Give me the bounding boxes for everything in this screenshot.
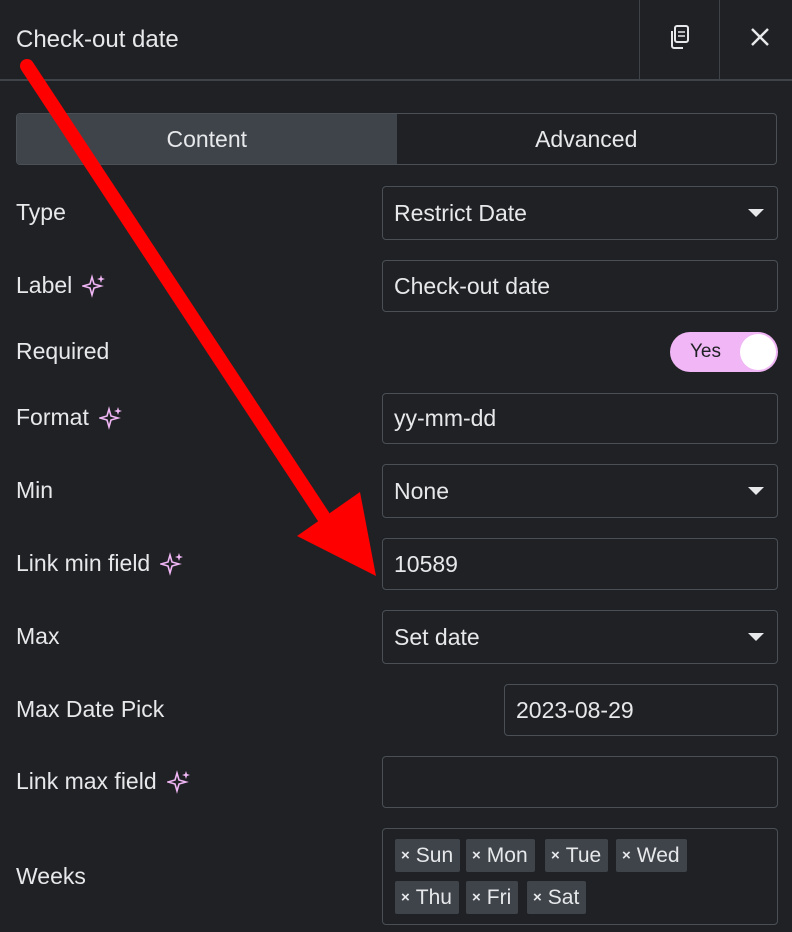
type-label-text: Type	[16, 199, 66, 225]
link-min-field-label-text: Link min field	[16, 550, 151, 576]
type-label: Type	[16, 199, 66, 226]
link-min-field-label: Link min field	[16, 550, 184, 577]
remove-icon[interactable]: ×	[551, 847, 560, 864]
copy-icon	[668, 24, 692, 55]
format-label-text: Format	[16, 404, 89, 430]
caret-down-icon	[748, 633, 764, 641]
max-date-pick-label-text: Max Date Pick	[16, 696, 165, 722]
required-label: Required	[16, 338, 109, 365]
required-toggle[interactable]: Yes	[670, 332, 778, 372]
toggle-knob	[740, 334, 776, 370]
week-chip-label: Sun	[415, 843, 454, 867]
required-toggle-text: Yes	[690, 341, 721, 362]
weeks-label: Weeks	[16, 863, 86, 890]
caret-down-icon	[748, 487, 764, 495]
max-label-text: Max	[16, 623, 60, 649]
close-icon	[749, 26, 771, 53]
ai-sparkle-icon[interactable]	[166, 769, 191, 794]
week-chip-fri: × Fri	[466, 881, 519, 914]
weeks-label-text: Weeks	[16, 863, 86, 889]
remove-icon[interactable]: ×	[401, 889, 410, 906]
panel-header: Check-out date	[0, 0, 792, 81]
remove-icon[interactable]: ×	[533, 889, 542, 906]
panel-title: Check-out date	[16, 26, 179, 53]
tab-advanced[interactable]: Advanced	[397, 114, 777, 164]
ai-sparkle-icon[interactable]	[98, 405, 123, 430]
max-date-pick-input[interactable]: 2023-08-29	[504, 684, 778, 736]
max-select[interactable]: Set date	[382, 610, 778, 664]
max-date-pick-label: Max Date Pick	[16, 696, 164, 723]
format-label: Format	[16, 404, 123, 431]
link-max-field-label: Link max field	[16, 768, 191, 795]
week-chip-label: Sat	[547, 885, 580, 909]
format-input-value: yy-mm-dd	[394, 405, 497, 431]
week-chip-label: Thu	[415, 885, 452, 909]
link-min-field-input[interactable]: 10589	[382, 538, 778, 590]
max-date-pick-value: 2023-08-29	[516, 696, 634, 723]
week-chip-label: Fri	[486, 885, 512, 909]
type-select-value: Restrict Date	[394, 199, 527, 226]
week-chip-sat: × Sat	[527, 881, 587, 914]
week-chip-label: Wed	[636, 843, 680, 867]
type-select[interactable]: Restrict Date	[382, 186, 778, 240]
max-select-value: Set date	[394, 623, 480, 650]
max-label: Max	[16, 623, 59, 650]
duplicate-button[interactable]	[639, 0, 719, 79]
week-chip-thu: × Thu	[395, 881, 459, 914]
link-min-field-value: 10589	[394, 550, 458, 577]
tab-content[interactable]: Content	[17, 114, 397, 164]
caret-down-icon	[748, 209, 764, 217]
week-chip-sun: × Sun	[395, 839, 461, 872]
week-chip-tue: × Tue	[545, 839, 609, 872]
remove-icon[interactable]: ×	[472, 847, 481, 864]
remove-icon[interactable]: ×	[622, 847, 631, 864]
label-label: Label	[16, 272, 106, 299]
label-input-value: Check-out date	[394, 272, 550, 299]
min-label-text: Min	[16, 477, 54, 503]
weeks-multiselect[interactable]: × Sun × Mon × Tue × Wed × Thu × Fri × Sa…	[382, 828, 778, 925]
ai-sparkle-icon[interactable]	[82, 273, 106, 298]
close-button[interactable]	[719, 0, 792, 79]
min-select[interactable]: None	[382, 464, 778, 518]
remove-icon[interactable]: ×	[401, 847, 410, 864]
ai-sparkle-icon[interactable]	[160, 551, 184, 576]
tab-bar: Content Advanced	[16, 113, 777, 165]
label-label-text: Label	[16, 272, 73, 298]
week-chip-label: Mon	[486, 843, 528, 867]
week-chip-wed: × Wed	[616, 839, 687, 872]
link-max-field-input[interactable]	[382, 756, 778, 808]
min-label: Min	[16, 477, 53, 504]
week-chip-mon: × Mon	[466, 839, 535, 872]
label-input[interactable]: Check-out date	[382, 260, 778, 312]
min-select-value: None	[394, 477, 449, 504]
remove-icon[interactable]: ×	[472, 889, 481, 906]
link-max-field-label-text: Link max field	[16, 768, 157, 794]
format-input[interactable]: yy-mm-dd	[382, 393, 778, 444]
required-label-text: Required	[16, 338, 110, 364]
week-chip-label: Tue	[565, 843, 602, 867]
